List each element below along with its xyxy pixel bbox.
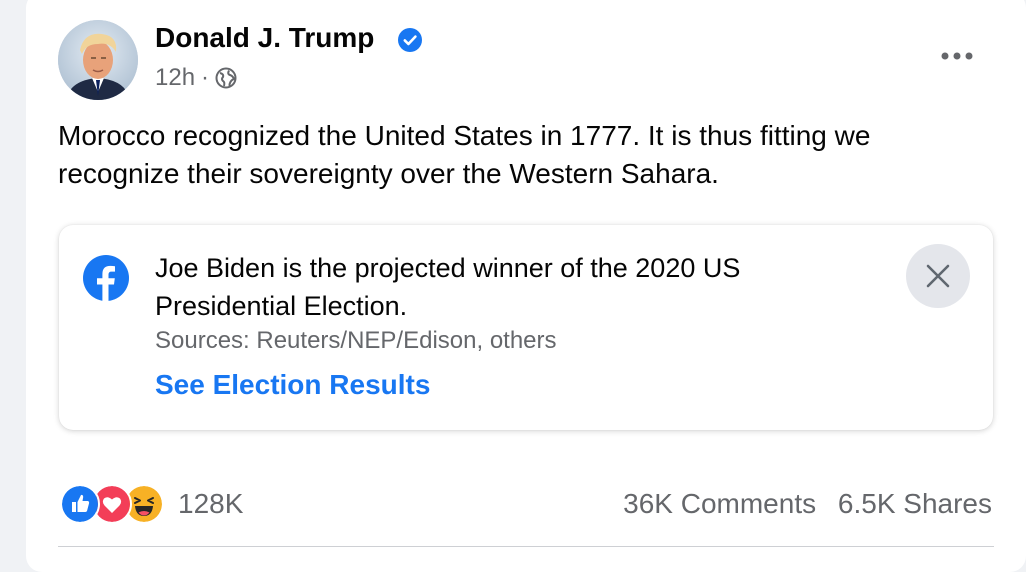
actions-divider	[58, 546, 994, 547]
post-meta: 12h ·	[155, 64, 237, 92]
election-info-notice: Joe Biden is the projected winner of the…	[59, 225, 993, 430]
notice-title: Joe Biden is the projected winner of the…	[155, 253, 741, 321]
post-text: Morocco recognized the United States in …	[58, 120, 871, 189]
like-reaction-icon	[60, 484, 100, 524]
globe-icon[interactable]	[215, 67, 237, 89]
comments-count[interactable]: 36K Comments	[623, 488, 816, 519]
close-icon	[926, 264, 950, 288]
see-election-results-link[interactable]: See Election Results	[155, 369, 430, 401]
shares-count[interactable]: 6.5K Shares	[838, 488, 992, 519]
reactions-summary[interactable]: 128K	[60, 484, 243, 524]
author-name[interactable]: Donald J. Trump	[155, 22, 374, 54]
avatar-photo	[58, 20, 138, 100]
post-timestamp[interactable]: 12h	[155, 64, 195, 92]
more-options-button[interactable]	[932, 36, 982, 76]
verified-badge-icon	[398, 28, 422, 52]
close-notice-button[interactable]	[906, 244, 970, 308]
more-options-icon	[941, 52, 973, 60]
facebook-logo-icon	[83, 255, 129, 301]
notice-sources: Sources: Reuters/NEP/Edison, others	[155, 327, 557, 354]
author-avatar[interactable]	[58, 20, 138, 100]
engagement-stats: 36K Comments 6.5K Shares	[623, 488, 992, 520]
reaction-count: 128K	[178, 488, 244, 519]
meta-separator: ·	[201, 64, 210, 91]
